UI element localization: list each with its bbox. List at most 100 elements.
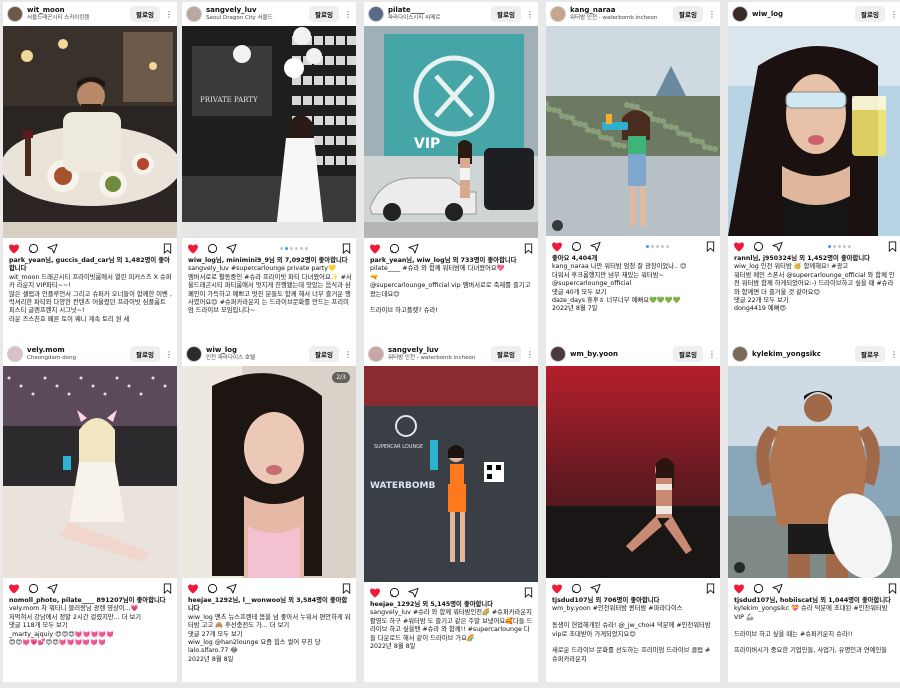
bookmark-icon[interactable]: [163, 242, 172, 254]
bookmark-icon[interactable]: [888, 240, 897, 252]
more-options-icon[interactable]: ⋮: [165, 350, 173, 359]
bookmark-icon[interactable]: [342, 582, 351, 594]
more-options-icon[interactable]: ⋮: [890, 10, 898, 19]
bookmark-icon[interactable]: [524, 242, 533, 254]
likes-count[interactable]: heejae_1292님, l__wonwoo님 외 3,584명이 좋아합니다: [188, 597, 352, 614]
location[interactable]: 파라다이스시티 씨메르: [388, 14, 491, 22]
comment-icon[interactable]: [28, 583, 39, 594]
username[interactable]: wiw_log: [206, 346, 309, 354]
more-options-icon[interactable]: ⋮: [344, 10, 352, 19]
post-photo[interactable]: [3, 26, 177, 238]
follow-button[interactable]: 팔로잉: [130, 6, 160, 22]
like-heart-icon[interactable]: [733, 583, 745, 594]
username[interactable]: kylekim_yongsikc: [752, 350, 855, 358]
post-photo[interactable]: VIP: [364, 26, 538, 238]
username[interactable]: wit_moon: [27, 6, 130, 14]
like-heart-icon[interactable]: [187, 243, 199, 254]
share-icon[interactable]: [408, 587, 419, 598]
like-heart-icon[interactable]: [369, 243, 381, 254]
bookmark-icon[interactable]: [706, 582, 715, 594]
like-heart-icon[interactable]: [187, 583, 199, 594]
location[interactable]: Cheongdam-dong: [27, 354, 130, 362]
location[interactable]: 인천 파라다이스 호텔: [206, 354, 309, 362]
follow-button[interactable]: 팔로우: [855, 346, 885, 362]
like-heart-icon[interactable]: [551, 583, 563, 594]
like-heart-icon[interactable]: [8, 583, 20, 594]
user-tag-icon[interactable]: [552, 220, 563, 231]
post-photo[interactable]: PRIVATE PARTY: [182, 26, 356, 238]
like-heart-icon[interactable]: [551, 241, 563, 252]
post-photo[interactable]: [546, 366, 720, 578]
post-photo[interactable]: [3, 366, 177, 578]
avatar[interactable]: [7, 6, 23, 22]
location[interactable]: Seoul Dragon City 서울드: [206, 14, 309, 22]
username[interactable]: pilate____: [388, 6, 491, 14]
follow-button[interactable]: 팔로잉: [855, 6, 885, 22]
bookmark-icon[interactable]: [524, 586, 533, 598]
username[interactable]: wiw_log: [752, 10, 855, 18]
username[interactable]: kang_naraa: [570, 6, 673, 14]
more-options-icon[interactable]: ⋮: [890, 350, 898, 359]
share-icon[interactable]: [590, 583, 601, 594]
post-photo[interactable]: [182, 366, 356, 578]
username[interactable]: wm_by.yoon: [570, 350, 673, 358]
avatar[interactable]: [550, 6, 566, 22]
comment-icon[interactable]: [753, 241, 764, 252]
bookmark-icon[interactable]: [163, 582, 172, 594]
share-icon[interactable]: [226, 243, 237, 254]
username[interactable]: sangvely_luv: [388, 346, 491, 354]
share-icon[interactable]: [772, 583, 783, 594]
post-photo[interactable]: [728, 366, 900, 578]
comment-icon[interactable]: [207, 583, 218, 594]
user-tag-icon[interactable]: [734, 562, 745, 573]
post-photo[interactable]: [546, 26, 720, 236]
follow-button[interactable]: 팔로잉: [309, 6, 339, 22]
avatar[interactable]: [186, 6, 202, 22]
more-options-icon[interactable]: ⋮: [526, 10, 534, 19]
comment-icon[interactable]: [571, 583, 582, 594]
more-options-icon[interactable]: ⋮: [708, 10, 716, 19]
comment-icon[interactable]: [571, 241, 582, 252]
share-icon[interactable]: [772, 241, 783, 252]
follow-button[interactable]: 팔로잉: [130, 346, 160, 362]
follow-button[interactable]: 팔로잉: [673, 346, 703, 362]
follow-button[interactable]: 팔로잉: [673, 6, 703, 22]
location[interactable]: 워터밤 인천 - waterbomb incheon: [570, 14, 673, 22]
location[interactable]: 워터밤 인천 - waterbomb incheon: [388, 354, 491, 362]
follow-button[interactable]: 팔로잉: [309, 346, 339, 362]
bookmark-icon[interactable]: [706, 240, 715, 252]
more-options-icon[interactable]: ⋮: [526, 350, 534, 359]
like-heart-icon[interactable]: [733, 241, 745, 252]
avatar[interactable]: [732, 6, 748, 22]
likes-count[interactable]: park_yean님, guccis_dad_car님 외 1,482명이 좋아…: [9, 257, 173, 274]
bookmark-icon[interactable]: [888, 582, 897, 594]
share-icon[interactable]: [226, 583, 237, 594]
more-options-icon[interactable]: ⋮: [708, 350, 716, 359]
location[interactable]: 서울드래곤시티 스카이킹텐: [27, 14, 130, 22]
like-heart-icon[interactable]: [369, 587, 381, 598]
avatar[interactable]: [550, 346, 566, 362]
follow-button[interactable]: 팔로잉: [491, 346, 521, 362]
follow-button[interactable]: 팔로잉: [491, 6, 521, 22]
comment-icon[interactable]: [389, 587, 400, 598]
post-photo[interactable]: [728, 26, 900, 236]
username[interactable]: vely.mom: [27, 346, 130, 354]
avatar[interactable]: [186, 346, 202, 362]
share-icon[interactable]: [47, 243, 58, 254]
more-options-icon[interactable]: ⋮: [344, 350, 352, 359]
post-photo[interactable]: SUPERCAR LOUNGE WATERBOMB: [364, 366, 538, 582]
more-options-icon[interactable]: ⋮: [165, 10, 173, 19]
like-heart-icon[interactable]: [8, 243, 20, 254]
share-icon[interactable]: [408, 243, 419, 254]
comment-icon[interactable]: [207, 243, 218, 254]
avatar[interactable]: [7, 346, 23, 362]
bookmark-icon[interactable]: [342, 242, 351, 254]
avatar[interactable]: [368, 346, 384, 362]
comment-icon[interactable]: [389, 243, 400, 254]
share-icon[interactable]: [47, 583, 58, 594]
comment-icon[interactable]: [753, 583, 764, 594]
share-icon[interactable]: [590, 241, 601, 252]
comment-icon[interactable]: [28, 243, 39, 254]
avatar[interactable]: [732, 346, 748, 362]
username[interactable]: sangvely_luv: [206, 6, 309, 14]
